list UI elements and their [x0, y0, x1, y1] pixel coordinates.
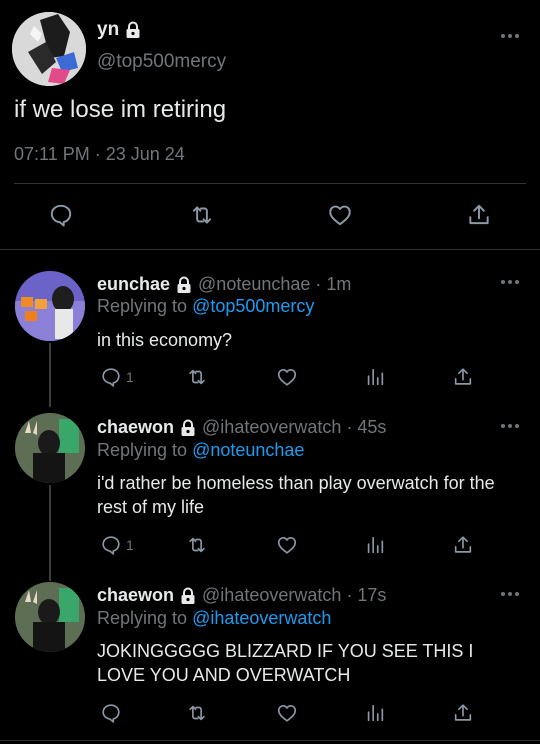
share-icon[interactable] [452, 366, 474, 388]
handle-time[interactable]: @ihateoverwatch · 17s [202, 585, 386, 606]
replying-to: Replying to @ihateoverwatch [97, 608, 331, 629]
reply-count: 1 [126, 369, 134, 385]
tweet-text: if we lose im retiring [14, 96, 227, 123]
avatar-image [15, 582, 85, 652]
lock-icon [176, 276, 192, 294]
display-name[interactable]: chaewon [97, 417, 174, 438]
avatar-image [15, 271, 85, 341]
reply-count: 1 [126, 537, 134, 553]
like-icon[interactable] [276, 534, 298, 556]
avatar[interactable] [12, 12, 86, 86]
display-name-row[interactable]: yn [97, 19, 141, 41]
replying-to: Replying to @top500mercy [97, 296, 314, 317]
tweet-text: i'd rather be homeless than play overwat… [97, 473, 495, 517]
lock-icon [180, 587, 196, 605]
retweet-icon[interactable] [189, 202, 215, 228]
reply-header: chaewon @ihateoverwatch · 45s [97, 417, 386, 438]
stats-icon[interactable] [364, 702, 386, 724]
display-name[interactable]: chaewon [97, 585, 174, 606]
retweet-icon[interactable] [186, 702, 208, 724]
divider [0, 740, 540, 741]
share-icon[interactable] [452, 702, 474, 724]
avatar-image [15, 413, 85, 483]
avatar[interactable] [15, 271, 85, 341]
more-icon[interactable] [500, 33, 520, 41]
timestamp[interactable]: 07:11 PM · 23 Jun 24 [14, 144, 185, 165]
divider [0, 249, 540, 250]
reply-icon[interactable] [100, 534, 122, 556]
reply-header: eunchae @noteunchae · 1m [97, 274, 351, 295]
share-icon[interactable] [466, 202, 492, 228]
avatar[interactable] [15, 413, 85, 483]
handle-time[interactable]: @noteunchae · 1m [198, 274, 351, 295]
avatar-image [12, 12, 86, 86]
main-tweet: yn @top500mercy if we lose im retiring 0… [0, 0, 540, 250]
reply-icon[interactable] [100, 702, 122, 724]
replying-to-link[interactable]: @top500mercy [192, 296, 314, 316]
tweet-text: JOKINGGGGG BLIZZARD IF YOU SEE THIS I LO… [97, 641, 474, 685]
replying-to-link[interactable]: @ihateoverwatch [192, 608, 331, 628]
stats-icon[interactable] [364, 366, 386, 388]
more-icon[interactable] [500, 591, 520, 599]
stats-icon[interactable] [364, 534, 386, 556]
divider [14, 183, 526, 184]
thread-line [49, 485, 51, 581]
reply-icon[interactable] [100, 366, 122, 388]
more-icon[interactable] [500, 423, 520, 431]
handle-time[interactable]: @ihateoverwatch · 45s [202, 417, 386, 438]
retweet-icon[interactable] [186, 366, 208, 388]
display-name[interactable]: yn [97, 19, 119, 41]
thread-line [49, 343, 51, 407]
like-icon[interactable] [276, 366, 298, 388]
like-icon[interactable] [276, 702, 298, 724]
replying-to-link[interactable]: @noteunchae [192, 440, 304, 460]
replying-label: Replying to [97, 296, 188, 316]
like-icon[interactable] [327, 202, 353, 228]
lock-icon [180, 419, 196, 437]
share-icon[interactable] [452, 534, 474, 556]
reply-icon[interactable] [48, 202, 74, 228]
reply-header: chaewon @ihateoverwatch · 17s [97, 585, 386, 606]
display-name[interactable]: eunchae [97, 274, 170, 295]
handle[interactable]: @top500mercy [97, 51, 226, 73]
replying-label: Replying to [97, 440, 188, 460]
replying-to: Replying to @noteunchae [97, 440, 304, 461]
replying-label: Replying to [97, 608, 188, 628]
lock-icon [125, 21, 141, 39]
avatar[interactable] [15, 582, 85, 652]
tweet-text: in this economy? [97, 330, 233, 350]
retweet-icon[interactable] [186, 534, 208, 556]
more-icon[interactable] [500, 279, 520, 287]
